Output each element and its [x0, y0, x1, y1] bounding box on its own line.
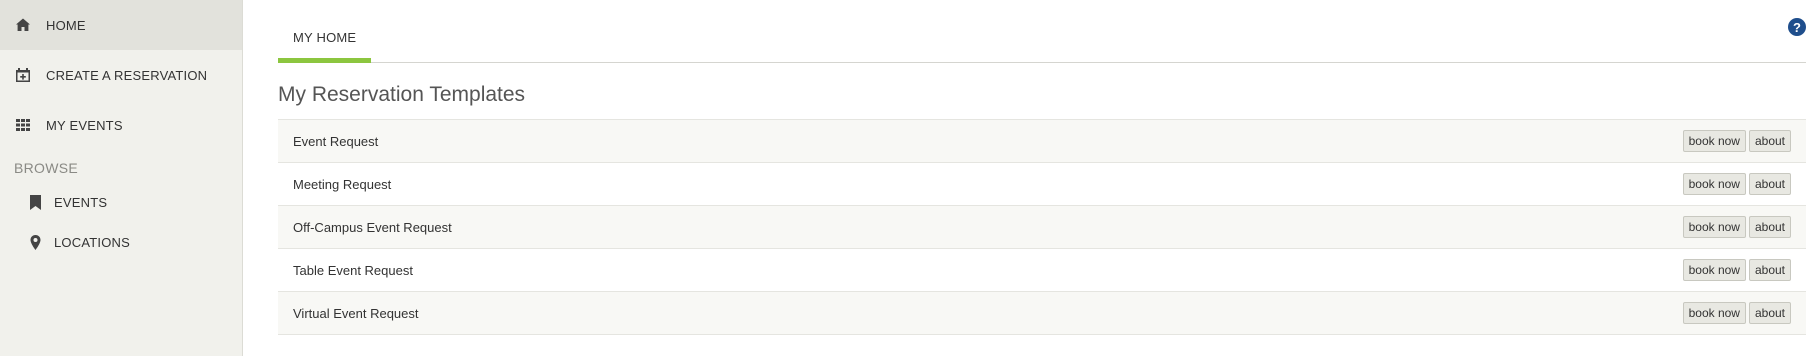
about-button[interactable]: about — [1748, 302, 1791, 324]
book-now-button[interactable]: book now — [1682, 173, 1746, 195]
home-icon — [14, 16, 32, 34]
sidebar-item-events[interactable]: EVENTS — [0, 182, 242, 222]
sidebar-item-label: LOCATIONS — [54, 234, 130, 250]
sidebar-item-label: HOME — [46, 17, 86, 33]
row-actions: book now about — [1682, 259, 1791, 281]
tab-bar: MY HOME — [278, 20, 1806, 63]
help-icon[interactable]: ? — [1788, 18, 1806, 36]
about-button[interactable]: about — [1748, 216, 1791, 238]
map-pin-icon — [28, 234, 42, 250]
main-content: ? MY HOME My Reservation Templates Event… — [243, 0, 1818, 356]
row-actions: book now about — [1682, 130, 1791, 152]
template-name: Off-Campus Event Request — [293, 219, 452, 235]
sidebar-item-label: MY EVENTS — [46, 117, 123, 133]
row-actions: book now about — [1682, 216, 1791, 238]
sidebar-item-label: CREATE A RESERVATION — [46, 67, 208, 83]
sidebar-item-home[interactable]: HOME — [0, 0, 242, 50]
template-name: Virtual Event Request — [293, 305, 419, 321]
app-root: HOME CREATE A RESERVATION MY EVENTS BROW… — [0, 0, 1818, 356]
template-name: Event Request — [293, 133, 379, 149]
template-row: Off-Campus Event Request book now about — [278, 206, 1806, 249]
template-list: Event Request book now about Meeting Req… — [278, 119, 1806, 335]
book-now-button[interactable]: book now — [1682, 130, 1746, 152]
row-actions: book now about — [1682, 173, 1791, 195]
template-name: Meeting Request — [293, 176, 392, 192]
calendar-plus-icon — [14, 66, 32, 84]
template-row: Table Event Request book now about — [278, 249, 1806, 292]
template-name: Table Event Request — [293, 262, 413, 278]
book-now-button[interactable]: book now — [1682, 216, 1746, 238]
about-button[interactable]: about — [1748, 130, 1791, 152]
sidebar: HOME CREATE A RESERVATION MY EVENTS BROW… — [0, 0, 243, 356]
template-row: Meeting Request book now about — [278, 163, 1806, 206]
grid-icon — [14, 116, 32, 134]
sidebar-item-create-reservation[interactable]: CREATE A RESERVATION — [0, 50, 242, 100]
template-row: Virtual Event Request book now about — [278, 292, 1806, 335]
template-row: Event Request book now about — [278, 120, 1806, 163]
about-button[interactable]: about — [1748, 259, 1791, 281]
section-title: My Reservation Templates — [278, 83, 526, 106]
sidebar-item-locations[interactable]: LOCATIONS — [0, 222, 242, 262]
sidebar-item-my-events[interactable]: MY EVENTS — [0, 100, 242, 150]
browse-heading: BROWSE — [14, 160, 79, 176]
book-now-button[interactable]: book now — [1682, 302, 1746, 324]
row-actions: book now about — [1682, 302, 1791, 324]
book-now-button[interactable]: book now — [1682, 259, 1746, 281]
tab-my-home[interactable]: MY HOME — [278, 20, 372, 63]
sidebar-item-label: EVENTS — [54, 194, 108, 210]
about-button[interactable]: about — [1748, 173, 1791, 195]
bookmark-icon — [28, 194, 42, 210]
